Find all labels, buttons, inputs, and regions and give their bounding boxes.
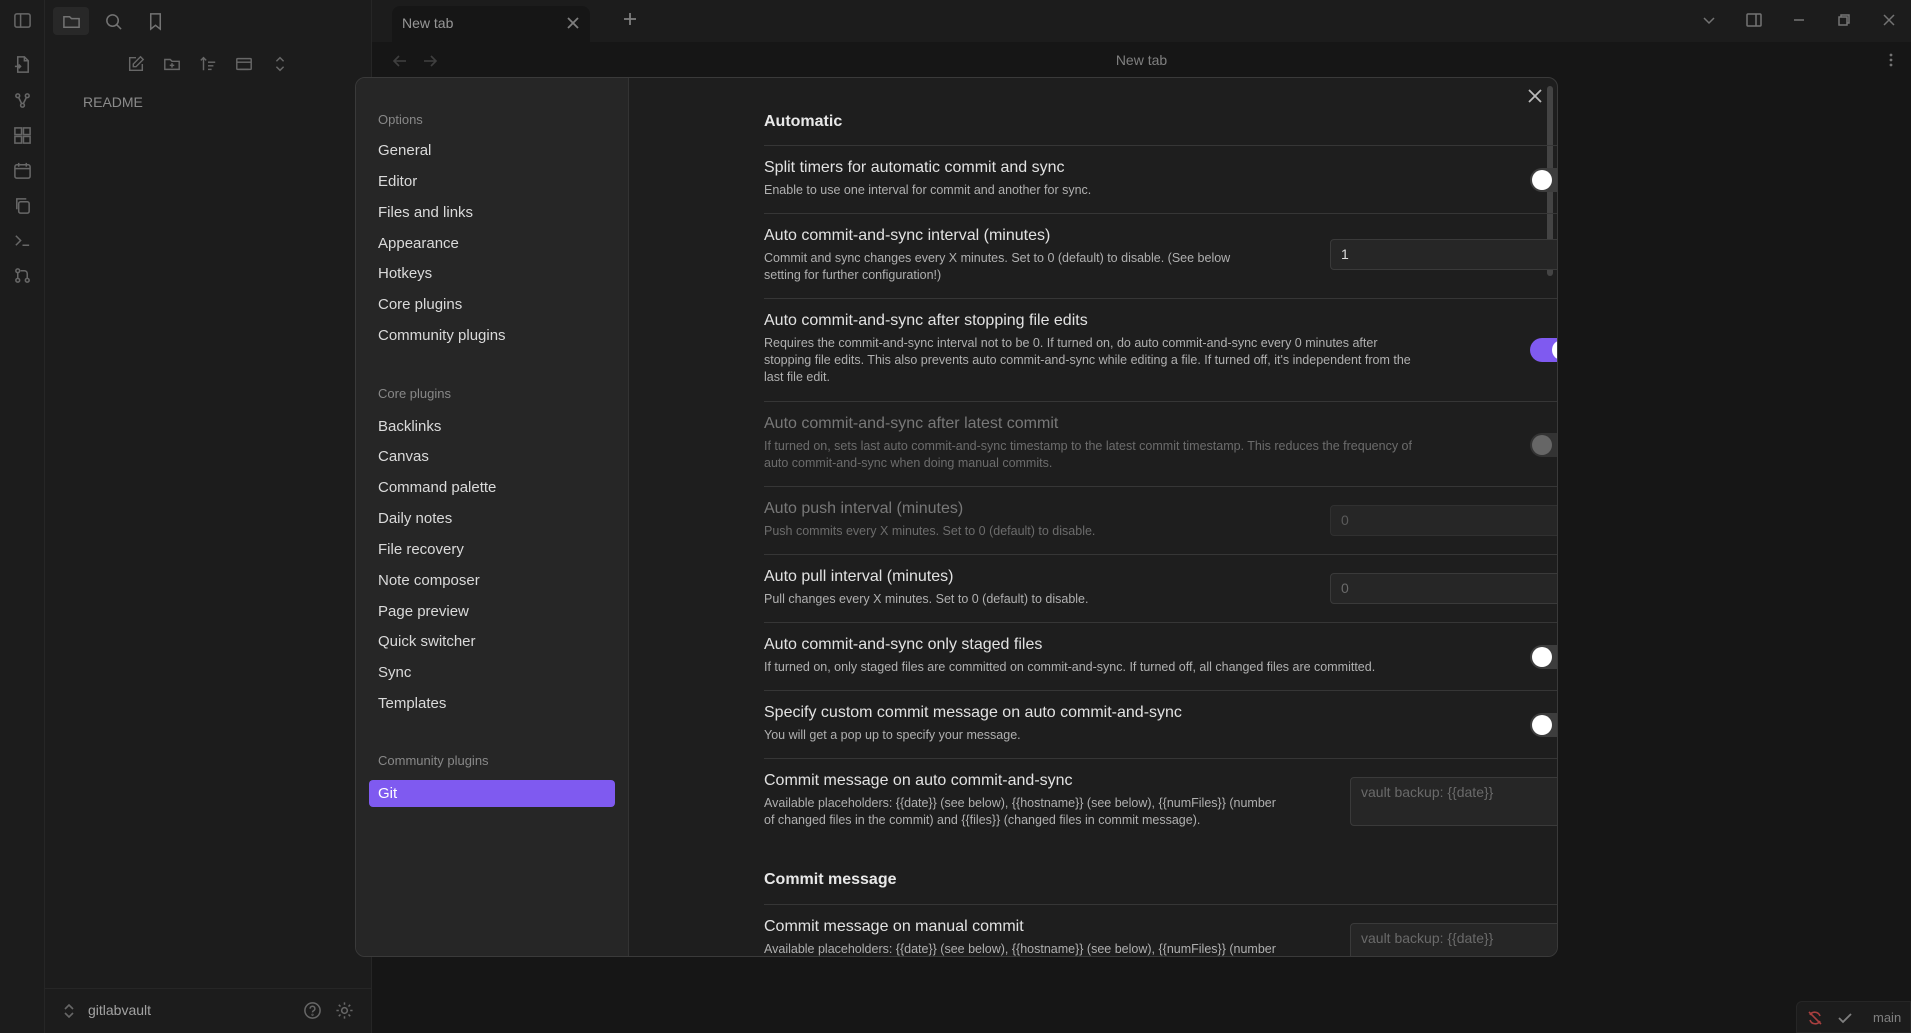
setting-description: Available placeholders: {{date}} (see be…: [764, 942, 1276, 956]
setting-description: You will get a pop up to specify your me…: [764, 728, 1021, 742]
group-title-community-plugins: Community plugins: [378, 753, 489, 768]
commit-after-latest-commit-toggle[interactable]: [1530, 433, 1557, 457]
setting-description-cont: stopping file edits. This also prevents …: [764, 353, 1411, 367]
nav-item-editor[interactable]: Editor: [378, 173, 417, 190]
settings-sidebar: Options General Editor Files and links A…: [356, 78, 629, 956]
setting-description: Push commits every X minutes. Set to 0 (…: [764, 524, 1096, 538]
setting-description: Pull changes every X minutes. Set to 0 (…: [764, 592, 1089, 606]
placeholder: vault backup: {{date}}: [1361, 784, 1494, 800]
nav-item-files-and-links[interactable]: Files and links: [378, 204, 473, 221]
setting-custom-commit-message: Specify custom commit message on auto co…: [764, 690, 1557, 758]
setting-description: Requires the commit-and-sync interval no…: [764, 336, 1378, 350]
only-staged-files-toggle[interactable]: [1530, 645, 1557, 669]
setting-description-cont: of changed files in the commit) and {{fi…: [764, 813, 1201, 827]
nav-item-hotkeys[interactable]: Hotkeys: [378, 265, 432, 282]
group-title-core-plugins: Core plugins: [378, 386, 451, 401]
setting-name: Auto commit-and-sync after latest commit: [764, 415, 1059, 432]
setting-split-timers: Split timers for automatic commit and sy…: [764, 145, 1557, 213]
nav-item-quick-switcher[interactable]: Quick switcher: [378, 633, 476, 650]
nav-item-note-composer[interactable]: Note composer: [378, 572, 480, 589]
setting-name: Commit message on manual commit: [764, 918, 1024, 935]
nav-item-daily-notes[interactable]: Daily notes: [378, 510, 452, 527]
setting-name: Auto commit-and-sync after stopping file…: [764, 312, 1088, 329]
nav-item-general[interactable]: General: [378, 142, 431, 159]
nav-item-sync[interactable]: Sync: [378, 664, 411, 681]
setting-description-cont2: last file edit.: [764, 370, 831, 384]
settings-modal: Options General Editor Files and links A…: [355, 77, 1558, 957]
auto-commit-message-textarea[interactable]: vault backup: {{date}}: [1350, 777, 1557, 826]
setting-description: If turned on, sets last auto commit-and-…: [764, 439, 1412, 453]
split-timers-toggle[interactable]: [1530, 168, 1557, 192]
setting-description: If turned on, only staged files are comm…: [764, 660, 1376, 674]
auto-pull-interval-input[interactable]: 0: [1330, 573, 1557, 604]
nav-item-community-plugins[interactable]: Community plugins: [378, 327, 506, 344]
setting-name: Commit message on auto commit-and-sync: [764, 772, 1073, 789]
nav-item-canvas[interactable]: Canvas: [378, 448, 429, 465]
nav-item-appearance[interactable]: Appearance: [378, 235, 459, 252]
nav-item-templates[interactable]: Templates: [378, 695, 446, 712]
commit-after-stop-edits-toggle[interactable]: [1530, 338, 1557, 362]
nav-item-file-recovery[interactable]: File recovery: [378, 541, 464, 558]
setting-description: Commit and sync changes every X minutes.…: [764, 251, 1231, 265]
nav-item-command-palette[interactable]: Command palette: [378, 479, 496, 496]
setting-description: Available placeholders: {{date}} (see be…: [764, 796, 1276, 810]
setting-auto-push-interval: Auto push interval (minutes) Push commit…: [764, 486, 1557, 554]
setting-manual-commit-message: Commit message on manual commit Availabl…: [764, 904, 1557, 956]
nav-item-backlinks[interactable]: Backlinks: [378, 418, 441, 435]
section-heading-automatic: Automatic: [764, 113, 843, 130]
setting-commit-after-latest-commit: Auto commit-and-sync after latest commit…: [764, 401, 1557, 486]
nav-item-core-plugins[interactable]: Core plugins: [378, 296, 462, 313]
setting-commit-after-stop-edits: Auto commit-and-sync after stopping file…: [764, 298, 1557, 401]
section-heading-commit-message: Commit message: [764, 871, 897, 888]
nav-item-page-preview[interactable]: Page preview: [378, 603, 469, 620]
custom-commit-message-toggle[interactable]: [1530, 713, 1557, 737]
setting-name: Specify custom commit message on auto co…: [764, 704, 1182, 721]
nav-item-git[interactable]: Git: [369, 780, 615, 807]
placeholder: vault backup: {{date}}: [1361, 930, 1494, 946]
manual-commit-message-textarea[interactable]: vault backup: {{date}}: [1350, 923, 1557, 956]
setting-name: Auto commit-and-sync only staged files: [764, 636, 1043, 653]
setting-name: Auto push interval (minutes): [764, 500, 964, 517]
setting-name: Auto commit-and-sync interval (minutes): [764, 227, 1051, 244]
setting-description-cont: auto commit-and-sync when doing manual c…: [764, 456, 1053, 470]
setting-name: Split timers for automatic commit and sy…: [764, 159, 1065, 176]
setting-auto-commit-message: Commit message on auto commit-and-sync A…: [764, 758, 1557, 843]
auto-push-interval-input[interactable]: 0: [1330, 505, 1557, 536]
placeholder: 0: [1341, 580, 1349, 596]
group-title-options: Options: [378, 112, 423, 127]
auto-commit-interval-input[interactable]: 1: [1330, 239, 1557, 270]
setting-auto-pull-interval: Auto pull interval (minutes) Pull change…: [764, 554, 1557, 622]
setting-description-cont: setting for further configuration!): [764, 268, 942, 282]
setting-only-staged-files: Auto commit-and-sync only staged files I…: [764, 622, 1557, 690]
setting-name: Auto pull interval (minutes): [764, 568, 954, 585]
setting-description: Enable to use one interval for commit an…: [764, 183, 1092, 197]
setting-auto-commit-interval: Auto commit-and-sync interval (minutes) …: [764, 213, 1557, 298]
